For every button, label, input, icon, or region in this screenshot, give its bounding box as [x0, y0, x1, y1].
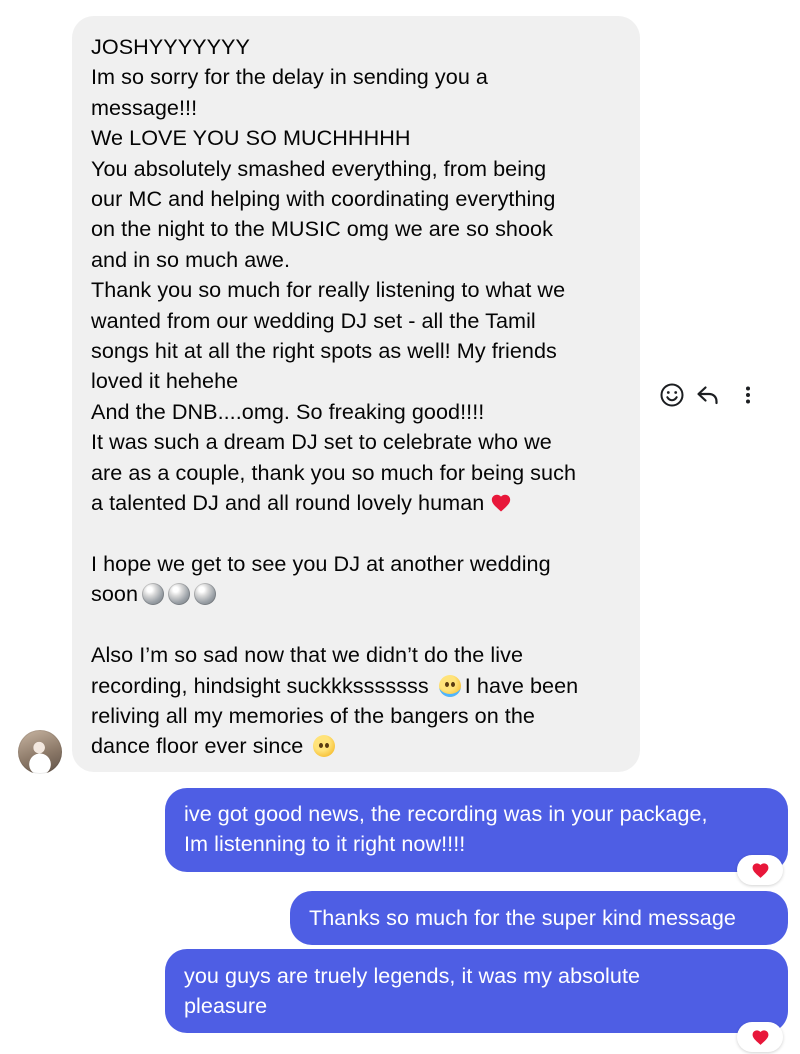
- message-line: a talented DJ and all round lovely human: [91, 488, 622, 518]
- message-line: ive got good news, the recording was in …: [184, 801, 708, 826]
- red-heart-icon: [752, 1029, 768, 1045]
- message-text: dance floor ever since: [91, 733, 304, 759]
- mirror-ball-icon: [194, 583, 217, 606]
- message-line: Thank you so much for really listening t…: [91, 277, 566, 303]
- message-line: reliving all my memories of the bangers …: [91, 702, 535, 728]
- message-line: are as a couple, thank you so much for b…: [91, 459, 576, 485]
- heart-reaction[interactable]: [737, 1022, 783, 1052]
- message-text: recording, hindsight suckkksssssss: [91, 672, 429, 698]
- incoming-message-bubble[interactable]: JOSHYYYYYYY Im so sorry for the delay in…: [72, 16, 640, 772]
- sender-avatar[interactable]: [18, 730, 62, 774]
- message-line: Thanks so much for the super kind messag…: [309, 905, 736, 930]
- message-line: You absolutely smashed everything, from …: [91, 155, 547, 181]
- message-line: We LOVE YOU SO MUCHHHHH: [91, 125, 411, 151]
- message-line: on the night to the MUSIC omg we are so …: [91, 216, 553, 242]
- message-line: loved it hehehe: [91, 368, 239, 394]
- message-line: Im so sorry for the delay in sending you…: [91, 64, 488, 90]
- message-line: JOSHYYYYYYY: [91, 34, 250, 59]
- message-thread: JOSHYYYYYYY Im so sorry for the delay in…: [0, 0, 800, 1054]
- message-line: And the DNB....omg. So freaking good!!!!: [91, 398, 485, 424]
- message-text: I have been: [464, 672, 579, 698]
- smile-icon[interactable]: [658, 381, 686, 409]
- reply-icon[interactable]: [694, 381, 722, 409]
- message-line: I hope we get to see you DJ at another w…: [91, 550, 551, 576]
- message-line: dance floor ever since: [91, 731, 622, 761]
- message-line: Also I’m so sad now that we didn’t do th…: [91, 642, 524, 668]
- message-line: Im listenning to it right now!!!!: [184, 831, 466, 857]
- mirror-ball-icon: [142, 583, 165, 606]
- message-line: our MC and helping with coordinating eve…: [91, 186, 556, 212]
- message-line: you guys are truely legends, it was my a…: [184, 963, 641, 988]
- more-vertical-icon[interactable]: [734, 381, 754, 409]
- mirror-ball-icon: [168, 583, 191, 606]
- message-text: a talented DJ and all round lovely human: [91, 490, 485, 516]
- message-line: pleasure: [184, 993, 268, 1019]
- message-line: and in so much awe.: [91, 246, 291, 272]
- heart-reaction[interactable]: [737, 855, 783, 885]
- message-line: songs hit at all the right spots as well…: [91, 338, 557, 364]
- pleading-face-icon: [313, 735, 336, 758]
- message-line: recording, hindsight suckkksssssss I hav…: [91, 671, 622, 701]
- outgoing-message-bubble[interactable]: you guys are truely legends, it was my a…: [165, 949, 788, 1033]
- message-text: soon: [91, 581, 139, 607]
- message-line: wanted from our wedding DJ set - all the…: [91, 307, 536, 333]
- message-line: soon: [91, 579, 622, 609]
- outgoing-message-bubble[interactable]: Thanks so much for the super kind messag…: [290, 891, 788, 945]
- loudly-crying-face-icon: [438, 674, 461, 697]
- outgoing-message-bubble[interactable]: ive got good news, the recording was in …: [165, 788, 788, 872]
- message-line: It was such a dream DJ set to celebrate …: [91, 429, 552, 455]
- red-heart-icon: [492, 494, 511, 512]
- red-heart-icon: [752, 862, 768, 878]
- message-line: message!!!: [91, 94, 198, 120]
